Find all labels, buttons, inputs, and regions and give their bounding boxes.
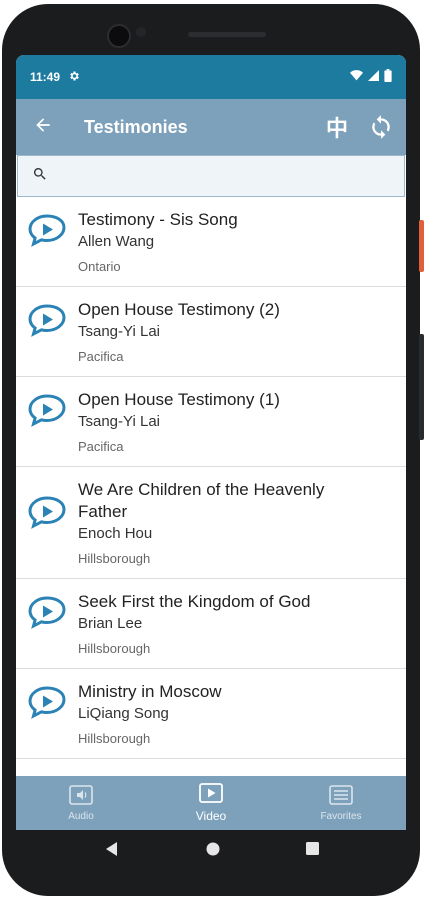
item-location: Hillsborough xyxy=(78,731,151,746)
video-chat-icon xyxy=(16,467,78,578)
earpiece-speaker xyxy=(188,32,266,37)
video-chat-icon xyxy=(16,377,78,466)
list-item[interactable]: Open House Testimony (2) Tsang-Yi Lai Pa… xyxy=(16,287,406,377)
item-speaker: Allen Wang xyxy=(78,233,155,250)
system-navigation-bar xyxy=(0,826,424,876)
refresh-icon xyxy=(368,115,394,144)
favorites-list-icon xyxy=(329,784,353,808)
item-speaker: Tsang-Yi Lai xyxy=(78,413,160,430)
bottom-navigation: Audio Video Favorites xyxy=(16,776,406,830)
item-location: Pacifica xyxy=(78,439,124,454)
refresh-button[interactable] xyxy=(368,114,394,140)
video-chat-icon xyxy=(16,287,78,376)
testimony-list[interactable]: Testimony - Sis Song Allen Wang Ontario … xyxy=(16,197,406,759)
item-speaker: LiQiang Song xyxy=(78,705,169,722)
front-camera xyxy=(107,24,131,48)
list-item[interactable]: We Are Children of the Heavenly Father E… xyxy=(16,467,406,579)
nav-favorites-label: Favorites xyxy=(320,810,362,822)
list-item[interactable]: Testimony - Sis Song Allen Wang Ontario xyxy=(16,197,406,287)
page-title: Testimonies xyxy=(84,116,188,137)
nav-audio-label: Audio xyxy=(68,810,94,822)
item-location: Hillsborough xyxy=(78,551,151,566)
video-chat-icon xyxy=(16,197,78,286)
power-button xyxy=(419,220,424,272)
back-button[interactable] xyxy=(16,99,70,155)
item-speaker: Tsang-Yi Lai xyxy=(78,323,160,340)
item-location: Ontario xyxy=(78,259,121,274)
item-location: Pacifica xyxy=(78,349,124,364)
wifi-icon xyxy=(350,70,363,84)
nav-video[interactable]: Video xyxy=(146,776,276,830)
nav-audio[interactable]: Audio xyxy=(16,776,146,830)
status-bar: 11:49 xyxy=(16,55,406,99)
item-title: We Are Children of the Heavenly Father xyxy=(78,480,325,521)
app-screen: 11:49 Testimonies 中 Testimony - Sis Song… xyxy=(16,55,406,830)
item-title: Testimony - Sis Song xyxy=(78,210,238,229)
battery-icon xyxy=(384,69,392,85)
signal-icon xyxy=(368,70,379,84)
nav-back-icon[interactable] xyxy=(105,841,120,861)
item-speaker: Brian Lee xyxy=(78,615,143,632)
nav-video-label: Video xyxy=(195,809,227,823)
list-item[interactable]: Ministry in Moscow LiQiang Song Hillsbor… xyxy=(16,669,406,759)
video-icon xyxy=(199,783,223,806)
app-bar: Testimonies 中 xyxy=(16,99,406,155)
audio-icon xyxy=(69,784,93,808)
nav-recents-icon[interactable] xyxy=(305,842,319,860)
gear-icon xyxy=(68,70,80,85)
status-time: 11:49 xyxy=(30,70,61,84)
search-input[interactable] xyxy=(17,155,405,197)
item-location: Hillsborough xyxy=(78,641,151,656)
search-icon xyxy=(32,166,48,187)
arrow-back-icon xyxy=(33,115,53,140)
list-item[interactable]: Seek First the Kingdom of God Brian Lee … xyxy=(16,579,406,669)
video-chat-icon xyxy=(16,669,78,758)
item-title: Seek First the Kingdom of God xyxy=(78,592,311,611)
front-sensor xyxy=(136,27,146,37)
language-toggle-button[interactable]: 中 xyxy=(326,111,348,143)
volume-button xyxy=(419,334,424,440)
list-item[interactable]: Open House Testimony (1) Tsang-Yi Lai Pa… xyxy=(16,377,406,467)
nav-home-icon[interactable] xyxy=(206,842,220,861)
nav-favorites[interactable]: Favorites xyxy=(276,776,406,830)
item-title: Open House Testimony (1) xyxy=(78,390,280,409)
item-title: Open House Testimony (2) xyxy=(78,300,280,319)
item-title: Ministry in Moscow xyxy=(78,682,222,701)
video-chat-icon xyxy=(16,579,78,668)
item-speaker: Enoch Hou xyxy=(78,525,153,542)
